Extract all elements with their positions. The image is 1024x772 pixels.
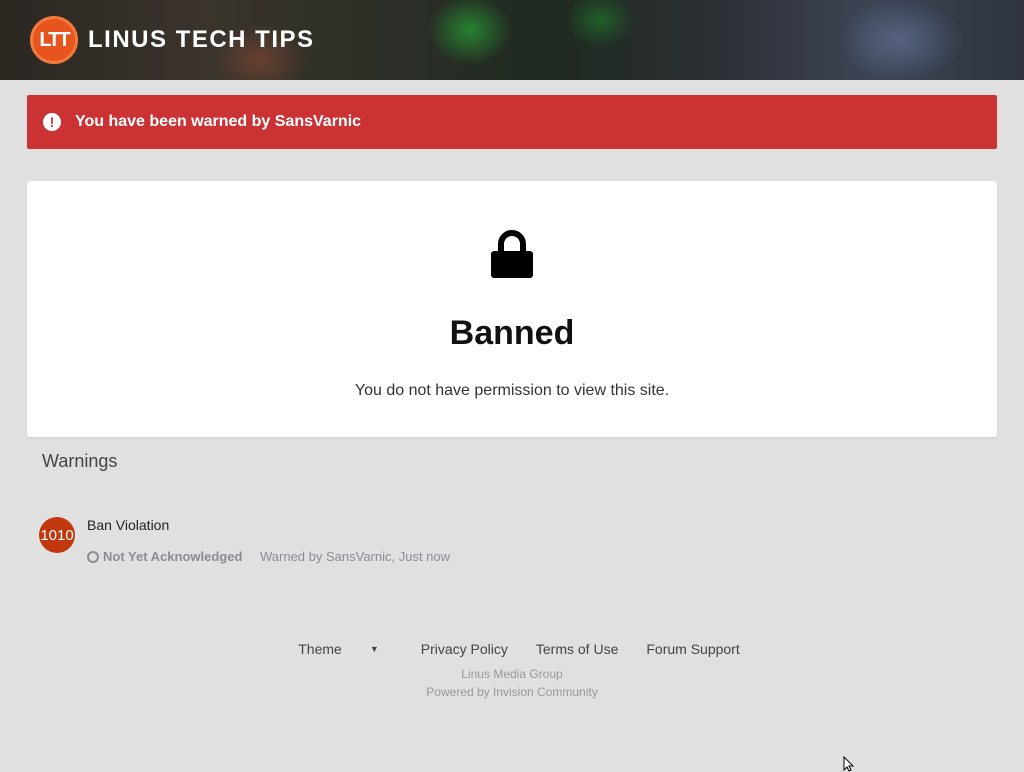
permission-message: You do not have permission to view this … — [354, 382, 670, 399]
lock-icon — [491, 230, 533, 278]
ltt-logo-icon: LTT — [30, 16, 78, 64]
company-name: Linus Media Group — [461, 667, 563, 681]
circle-outline-icon — [87, 550, 99, 563]
mouse-cursor-icon — [843, 756, 855, 772]
powered-by-link[interactable]: Powered by Invision Community — [0, 685, 1024, 699]
theme-menu[interactable]: Theme ▼ — [284, 641, 393, 657]
warning-title-link[interactable]: Ban Violation — [87, 517, 169, 533]
site-header: LTT LINUS TECH TIPS — [0, 0, 1024, 80]
exclamation-circle-icon: ! — [43, 113, 61, 131]
acknowledge-status-label: Not Yet Acknowledged — [103, 549, 243, 564]
footer-links: Theme ▼ Privacy Policy Terms of Use Forum… — [0, 641, 1024, 657]
warning-alert: ! You have been warned by SansVarnic — [27, 95, 997, 149]
site-logo[interactable]: LTT LINUS TECH TIPS — [30, 16, 315, 64]
terms-of-use-link[interactable]: Terms of Use — [536, 641, 618, 657]
alert-message: You have been warned by SansVarnic — [75, 113, 362, 130]
forum-support-link[interactable]: Forum Support — [646, 641, 739, 657]
page-title: Banned — [449, 314, 575, 352]
warned-by-text: Warned by SansVarnic, Just now — [260, 549, 451, 564]
avatar[interactable]: 1010 — [39, 517, 75, 553]
caret-down-icon: ▼ — [369, 644, 379, 654]
acknowledge-status[interactable]: Not Yet Acknowledged — [87, 549, 242, 564]
privacy-policy-link[interactable]: Privacy Policy — [421, 641, 508, 657]
site-name: LINUS TECH TIPS — [88, 26, 315, 53]
theme-label: Theme — [298, 641, 342, 657]
warnings-heading: Warnings — [42, 451, 118, 471]
